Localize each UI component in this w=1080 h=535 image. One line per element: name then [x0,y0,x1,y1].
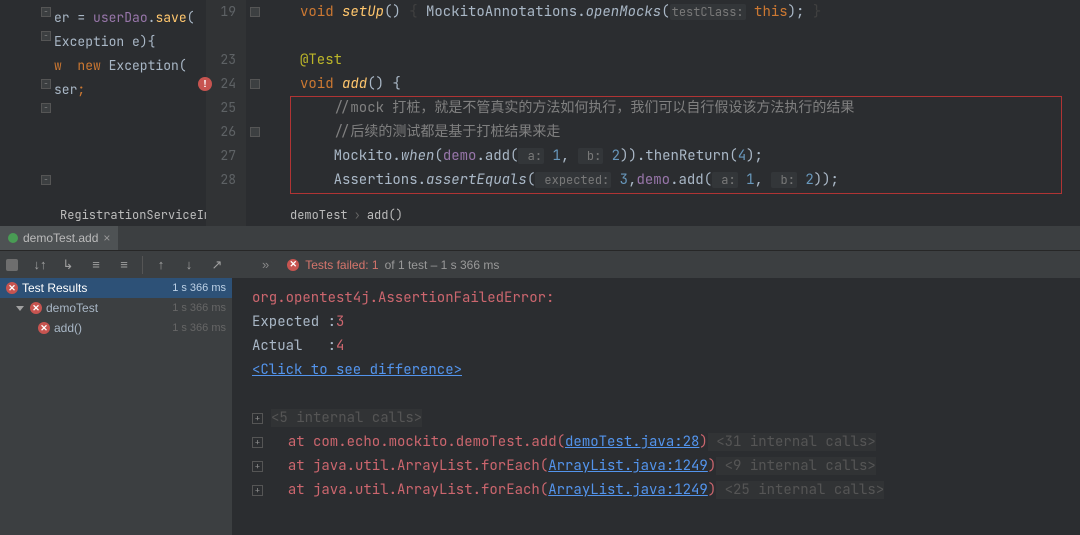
expand-icon[interactable]: + [252,461,263,472]
breadcrumb-left[interactable]: RegistrationServiceImpl [0,204,206,226]
breadcrumb[interactable]: demoTest › add() [270,204,1080,226]
line-number-gutter: 19 23 24 25 26 27 28 [206,0,246,226]
fold-icon[interactable] [250,79,260,89]
fail-icon: ✕ [30,302,42,314]
chevron-down-icon [16,306,24,311]
fail-icon: ✕ [287,259,299,271]
more-icon[interactable]: » [262,257,269,272]
sort-button[interactable]: ↓↑ [30,255,50,275]
editor-area: − − − − − er = userDao.save( Exception e… [0,0,1080,226]
chevron-right-icon: › [354,207,361,223]
highlight-box [290,96,1062,194]
expand-icon[interactable]: + [252,413,263,424]
tree-class[interactable]: ✕demoTest 1 s 366 ms [0,298,232,318]
tree-method[interactable]: ✕add() 1 s 366 ms [0,318,232,338]
collapse-button[interactable]: ≡ [114,255,134,275]
fold-icon[interactable]: − [41,175,51,185]
test-tree[interactable]: ✕Test Results 1 s 366 ms ✕demoTest 1 s 3… [0,278,232,535]
source-link[interactable]: ArrayList.java:1249 [548,457,708,475]
fold-gutter-main [246,0,270,226]
filter-button[interactable]: ↳ [58,255,78,275]
left-editor[interactable]: − − − − − er = userDao.save( Exception e… [0,0,206,226]
close-icon[interactable]: × [103,231,110,245]
fold-icon[interactable]: − [41,79,51,89]
expand-button[interactable]: ≡ [86,255,106,275]
main-editor[interactable]: void setUp() { MockitoAnnotations.openMo… [270,0,1080,226]
test-status: ✕ Tests failed: 1 of 1 test – 1 s 366 ms [275,258,1080,272]
expand-icon[interactable]: + [252,485,263,496]
fold-icon[interactable] [250,7,260,17]
down-button[interactable]: ↓ [179,255,199,275]
fold-icon[interactable]: − [41,103,51,113]
fold-icon[interactable]: − [41,7,51,17]
up-button[interactable]: ↑ [151,255,171,275]
stop-button[interactable] [0,251,24,279]
fold-icon[interactable] [250,127,260,137]
tree-root[interactable]: ✕Test Results 1 s 366 ms [0,278,232,298]
run-tab-strip: demoTest.add × [0,226,1080,250]
fail-icon: ✕ [38,322,50,334]
fold-gutter: − − − − − [39,0,53,226]
source-link[interactable]: ArrayList.java:1249 [548,481,708,499]
fail-icon: ✕ [6,282,18,294]
fold-icon[interactable]: − [41,31,51,41]
diff-link[interactable]: <Click to see difference> [252,361,462,379]
export-button[interactable]: ↗ [207,255,227,275]
source-link[interactable]: demoTest.java:28 [565,433,699,451]
expand-icon[interactable]: + [252,437,263,448]
run-icon [8,233,18,243]
test-toolbar: ↓↑ ↳ ≡ ≡ ↑ ↓ ↗ » ✕ Tests failed: 1 of 1 … [0,250,1080,278]
console-output[interactable]: org.opentest4j.AssertionFailedError: Exp… [232,278,1080,535]
run-tab[interactable]: demoTest.add × [0,226,118,250]
